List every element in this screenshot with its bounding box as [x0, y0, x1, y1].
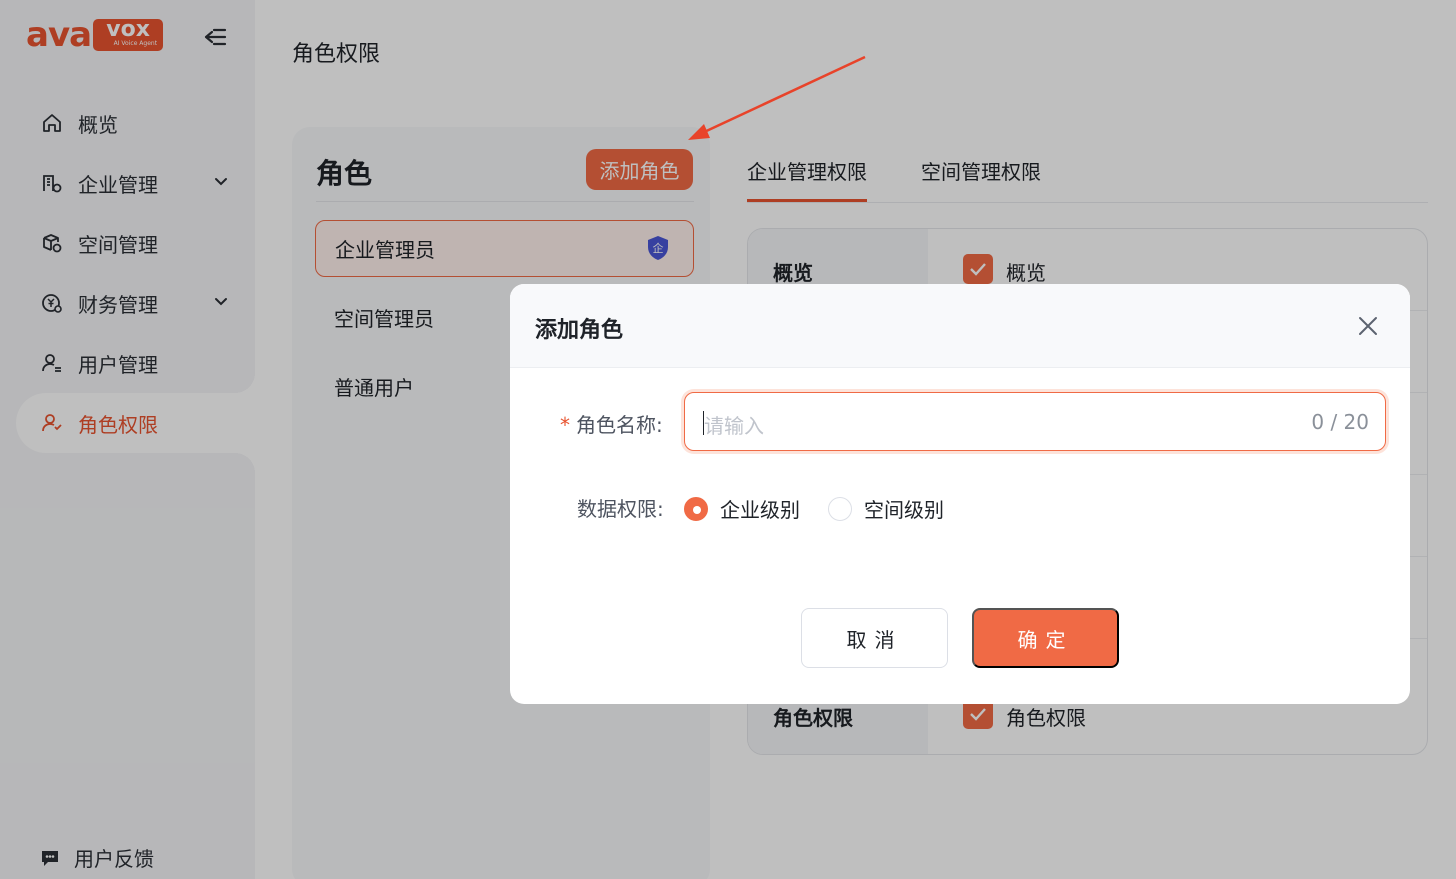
data-scope-label: 数据权限: [577, 497, 664, 521]
radio-dot [684, 496, 708, 521]
radio-label: 企业级别 [720, 498, 800, 522]
add-role-dialog: 添加角色 * 角色名称: 请输入 0 / 20 数据权限: 企业级别 空间级别 取… [510, 284, 1410, 704]
cancel-button[interactable]: 取消 [801, 608, 948, 668]
role-name-placeholder: 请输入 [704, 414, 764, 438]
confirm-button[interactable]: 确定 [972, 608, 1119, 668]
dialog-header: 添加角色 [510, 284, 1410, 368]
required-mark: * [560, 413, 570, 437]
radio-space-level[interactable]: 空间级别 [828, 494, 944, 523]
radio-dot [828, 496, 852, 521]
role-name-input[interactable]: 请输入 0 / 20 [684, 392, 1386, 451]
close-icon[interactable] [1356, 314, 1380, 338]
char-counter: 0 / 20 [1311, 410, 1369, 434]
radio-enterprise-level[interactable]: 企业级别 [684, 494, 800, 523]
dialog-title: 添加角色 [535, 318, 624, 343]
radio-label: 空间级别 [864, 498, 944, 522]
role-name-label: * 角色名称: [560, 413, 663, 437]
